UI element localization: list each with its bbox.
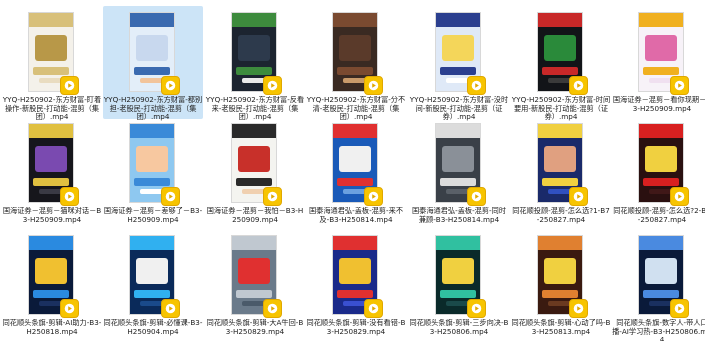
player-app-icon bbox=[60, 187, 79, 206]
player-app-icon bbox=[161, 299, 180, 318]
video-file-item[interactable]: YYQ-H250902-东方财富-时间要用-新股民-打动能-混剪（证券）.mp4 bbox=[511, 6, 611, 121]
player-app-icon bbox=[263, 76, 282, 95]
file-name-label: 国海证券－混剪－猫咪对话－B3-H250909.mp4 bbox=[2, 207, 102, 224]
file-name-label: 同花顺头条旗-剪辑-没有看错-B3-H250829.mp4 bbox=[306, 319, 406, 336]
player-app-icon bbox=[161, 187, 180, 206]
player-app-icon bbox=[161, 76, 180, 95]
video-file-item[interactable]: YYQ-H250902-东方财富-没时间-新股民-打动能-混剪（证券）.mp4 bbox=[409, 6, 509, 121]
video-file-item[interactable]: 同花顺头条旗-剪辑-AI助力-B3-H250818.mp4 bbox=[2, 229, 102, 341]
file-grid: YYQ-H250902-东方财富-盯着操作-新股民-打动能-混剪（集团）.mp4… bbox=[0, 0, 705, 341]
video-file-item[interactable]: 同花顺头条旗-剪辑-心动了吗-B3-H250813.mp4 bbox=[511, 229, 611, 341]
video-file-item[interactable]: YYQ-H250902-东方财富-反看来-老股民-打动能-混剪（集团）.mp4 bbox=[205, 6, 305, 121]
file-name-label: 国海证券－混剪－差够了－B3-H250909.mp4 bbox=[103, 207, 203, 224]
player-app-icon bbox=[364, 187, 383, 206]
video-file-item[interactable]: YYQ-H250902-东方财富-盯着操作-新股民-打动能-混剪（集团）.mp4 bbox=[2, 6, 102, 121]
video-file-item[interactable]: YYQ-H250902-东方财富-分不清-老股民-打动能-混剪（集团）.mp4 bbox=[306, 6, 406, 121]
file-name-label: 同花顺头条旗-剪辑-三步向决-B3-H250806.mp4 bbox=[409, 319, 509, 336]
player-app-icon bbox=[670, 76, 689, 95]
video-file-item[interactable]: 国海证券－混剪－看你现期－B3-H250909.mp4 bbox=[612, 6, 705, 119]
file-name-label: 同花顺头条旗-剪辑-AI助力-B3-H250818.mp4 bbox=[2, 319, 102, 336]
video-file-item[interactable]: 同花顺投顾-混剪-怎么选?1-B7-250827.mp4 bbox=[511, 117, 611, 230]
player-app-icon bbox=[467, 76, 486, 95]
player-app-icon bbox=[467, 187, 486, 206]
player-app-icon bbox=[60, 299, 79, 318]
file-name-label: 同花顺头条旗-数字人-带人口播-AI学习热-B3-H250806.mp4 bbox=[612, 319, 705, 341]
player-app-icon bbox=[263, 187, 282, 206]
video-file-item[interactable]: 同花顺头条旗-剪辑-大A牛回-B3-H250829.mp4 bbox=[205, 229, 305, 341]
video-file-item[interactable]: 同花顺头条旗-剪辑-必懂课-B3-H250904.mp4 bbox=[103, 229, 203, 341]
player-app-icon bbox=[364, 76, 383, 95]
player-app-icon bbox=[364, 299, 383, 318]
player-app-icon bbox=[263, 299, 282, 318]
file-name-label: 国泰海通君弘-盖板-混剪-来不及-B3-H250814.mp4 bbox=[308, 207, 404, 224]
file-name-label: 国泰海通君弘-盖板-混剪-同时兼顾-B3-H250814.mp4 bbox=[411, 207, 507, 224]
video-file-item[interactable]: 同花顺头条旗-数字人-带人口播-AI学习热-B3-H250806.mp4 bbox=[612, 229, 705, 341]
player-app-icon bbox=[60, 76, 79, 95]
video-file-item[interactable]: 国海证券－混剪－我怕－B3-H250909.mp4 bbox=[205, 117, 305, 230]
video-file-item[interactable]: 国泰海通君弘-盖板-混剪-同时兼顾-B3-H250814.mp4 bbox=[409, 117, 509, 230]
video-file-item[interactable]: 国海证券－混剪－猫咪对话－B3-H250909.mp4 bbox=[2, 117, 102, 230]
video-file-item[interactable]: 同花顺投顾-混剪-怎么选?2-B7-250827.mp4 bbox=[612, 117, 705, 230]
file-name-label: 同花顺头条旗-剪辑-心动了吗-B3-H250813.mp4 bbox=[511, 319, 611, 336]
video-file-item[interactable]: 同花顺头条旗-剪辑-没有看错-B3-H250829.mp4 bbox=[306, 229, 406, 341]
file-name-label: 国海证券－混剪－看你现期－B3-H250909.mp4 bbox=[612, 96, 705, 113]
file-name-label: 同花顺投顾-混剪-怎么选?1-B7-250827.mp4 bbox=[512, 207, 610, 224]
player-app-icon bbox=[467, 299, 486, 318]
video-file-item[interactable]: 国泰海通君弘-盖板-混剪-来不及-B3-H250814.mp4 bbox=[306, 117, 406, 230]
file-name-label: 国海证券－混剪－我怕－B3-H250909.mp4 bbox=[206, 207, 304, 224]
video-file-item[interactable]: 国海证券－混剪－差够了－B3-H250909.mp4 bbox=[103, 117, 203, 230]
player-app-icon bbox=[569, 299, 588, 318]
player-app-icon bbox=[670, 187, 689, 206]
video-file-item[interactable]: 同花顺头条旗-剪辑-三步向决-B3-H250806.mp4 bbox=[409, 229, 509, 341]
video-file-item[interactable]: YYQ-H250902-东方财富-都别担-老股民-打动能-混剪（集团）.mp4 bbox=[103, 6, 203, 121]
file-name-label: 同花顺头条旗-剪辑-大A牛回-B3-H250829.mp4 bbox=[206, 319, 304, 336]
player-app-icon bbox=[569, 76, 588, 95]
player-app-icon bbox=[670, 299, 689, 318]
file-name-label: 同花顺头条旗-剪辑-必懂课-B3-H250904.mp4 bbox=[103, 319, 203, 336]
player-app-icon bbox=[569, 187, 588, 206]
file-name-label: 同花顺投顾-混剪-怎么选?2-B7-250827.mp4 bbox=[613, 207, 705, 224]
